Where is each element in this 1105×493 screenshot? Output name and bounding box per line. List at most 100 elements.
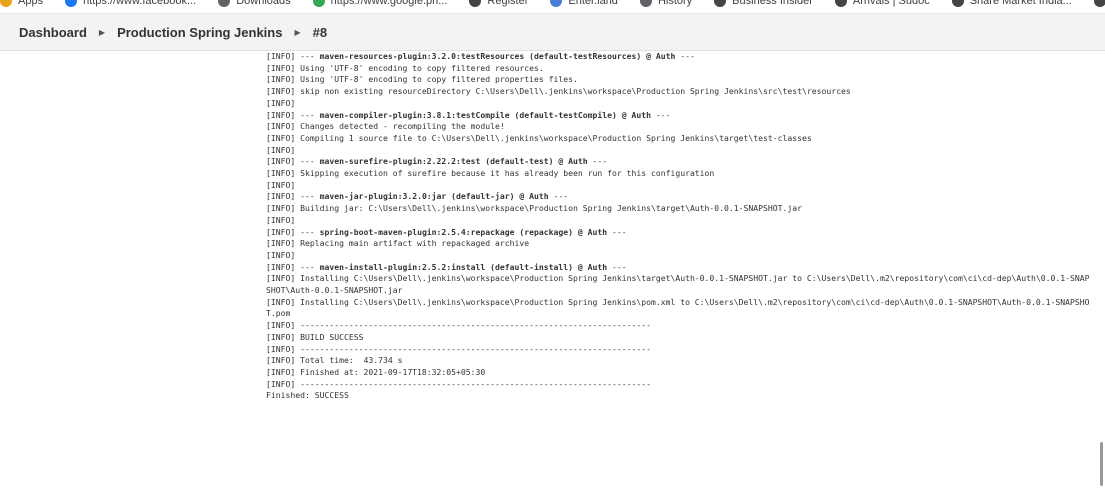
bookmark-item[interactable]: History: [639, 0, 693, 7]
bookmark-favicon-icon: [0, 0, 12, 7]
console-line-text: [INFO] ---------------------------------…: [266, 320, 651, 331]
bookmark-item[interactable]: Apps: [0, 0, 43, 7]
console-line: [INFO] Total time: 43.734 s: [266, 355, 1091, 367]
console-line-suffix: ---: [607, 226, 627, 237]
console-plugin-goal: spring-boot-maven-plugin:2.5.4:repackage…: [319, 226, 608, 237]
console-line: [INFO] ---------------------------------…: [266, 344, 1091, 356]
console-line: [INFO]: [266, 250, 1091, 262]
console-line: [INFO] --- spring-boot-maven-plugin:2.5.…: [266, 227, 1091, 239]
breadcrumb-build[interactable]: #8: [313, 25, 327, 40]
bookmark-label: Arrivals | Sudoc: [852, 0, 930, 7]
console-line-text: [INFO] skip non existing resourceDirecto…: [266, 86, 851, 97]
bookmark-label: Register: [487, 0, 529, 7]
bookmark-favicon-icon: [1093, 0, 1105, 7]
breadcrumb: Dashboard ▶ Production Spring Jenkins ▶ …: [0, 14, 1105, 51]
bookmark-label: https://www.google.ph...: [330, 0, 448, 7]
console-output: [INFO] --- maven-resources-plugin:3.2.0:…: [266, 51, 1091, 402]
console-line-text: [INFO] ---: [266, 109, 320, 120]
bookmark-item[interactable]: https://www.facebook...: [65, 0, 196, 7]
console-line-text: [INFO] ---------------------------------…: [266, 343, 651, 354]
console-line: [INFO] ---------------------------------…: [266, 379, 1091, 391]
console-line: [INFO] --- maven-jar-plugin:3.2.0:jar (d…: [266, 191, 1091, 203]
bookmark-favicon-icon: [469, 0, 482, 7]
console-line-text: [INFO] Skipping execution of surefire be…: [266, 168, 715, 179]
console-plugin-goal: maven-compiler-plugin:3.8.1:testCompile …: [319, 109, 651, 120]
bookmark-label: Downloads: [236, 0, 291, 7]
scrollbar-thumb[interactable]: [1100, 442, 1103, 486]
console-line: [INFO] --- maven-resources-plugin:3.2.0:…: [266, 51, 1091, 63]
bookmark-favicon-icon: [65, 0, 78, 7]
console-plugin-goal: maven-jar-plugin:3.2.0:jar (default-jar)…: [319, 191, 549, 202]
console-line: [INFO] --- maven-compiler-plugin:3.8.1:t…: [266, 110, 1091, 122]
console-line-text: [INFO] Using 'UTF-8' encoding to copy fi…: [266, 74, 578, 85]
console-plugin-goal: maven-resources-plugin:3.2.0:testResourc…: [319, 51, 676, 61]
console-line-text: [INFO] ---: [266, 51, 320, 61]
bookmark-item[interactable]: Register: [469, 0, 528, 7]
console-line: [INFO] Installing C:\Users\Dell\.jenkins…: [266, 297, 1091, 320]
console-line-text: [INFO] Installing C:\Users\Dell\.jenkins…: [266, 296, 1090, 319]
breadcrumb-dashboard[interactable]: Dashboard: [19, 25, 87, 40]
console-line-text: [INFO] ---: [266, 261, 320, 272]
console-line: [INFO] ---------------------------------…: [266, 320, 1091, 332]
console-line-text: [INFO] Installing C:\Users\Dell\.jenkins…: [266, 273, 1090, 296]
console-line: [INFO] Building jar: C:\Users\Dell\.jenk…: [266, 203, 1091, 215]
console-line: Finished: SUCCESS: [266, 390, 1091, 402]
console-line: [INFO]: [266, 215, 1091, 227]
bookmark-favicon-icon: [834, 0, 847, 7]
console-line-text: [INFO] BUILD SUCCESS: [266, 331, 364, 342]
bookmark-label: Business Insider: [732, 0, 813, 7]
console-line: [INFO]: [266, 180, 1091, 192]
console-line: [INFO] BUILD SUCCESS: [266, 332, 1091, 344]
console-line-text: [INFO] Total time: 43.734 s: [266, 355, 403, 366]
console-line-text: [INFO] Changes detected - recompiling th…: [266, 121, 505, 132]
console-line: [INFO] --- maven-surefire-plugin:2.22.2:…: [266, 156, 1091, 168]
console-line: [INFO]: [266, 145, 1091, 157]
bookmark-item[interactable]: https://www.google.ph...: [312, 0, 448, 7]
bookmark-item[interactable]: My Feed: [1093, 0, 1105, 7]
bookmark-label: Share Market India...: [969, 0, 1072, 7]
console-line: [INFO] Skipping execution of surefire be…: [266, 168, 1091, 180]
console-line-text: [INFO] Finished at: 2021-09-17T18:32:05+…: [266, 366, 486, 377]
bookmark-favicon-icon: [218, 0, 231, 7]
console-line-suffix: ---: [607, 261, 627, 272]
breadcrumb-separator-icon: ▶: [294, 27, 301, 37]
bookmark-favicon-icon: [951, 0, 964, 7]
bookmark-label: History: [657, 0, 693, 7]
console-line-text: [INFO] Compiling 1 source file to C:\Use…: [266, 132, 812, 143]
bookmark-favicon-icon: [312, 0, 325, 7]
bookmark-label: Enter.land: [568, 0, 618, 7]
console-line-text: [INFO]: [266, 249, 296, 260]
console-line: [INFO] Compiling 1 source file to C:\Use…: [266, 133, 1091, 145]
console-line: [INFO]: [266, 98, 1091, 110]
console-line-suffix: ---: [675, 51, 695, 61]
console-line-suffix: ---: [548, 191, 569, 202]
bookmark-item[interactable]: Business Insider: [714, 0, 813, 7]
bookmarks-bar: Apps https://www.facebook... Downloads http…: [0, 0, 1105, 14]
console-line: [INFO] --- maven-install-plugin:2.5.2:in…: [266, 262, 1091, 274]
bookmark-favicon-icon: [714, 0, 727, 7]
console-line: [INFO] Using 'UTF-8' encoding to copy fi…: [266, 74, 1091, 86]
bookmark-favicon-icon: [639, 0, 652, 7]
bookmarks-list: Apps https://www.facebook... Downloads http…: [0, 0, 1105, 9]
bookmark-item[interactable]: Arrivals | Sudoc: [834, 0, 930, 7]
console-plugin-goal: maven-install-plugin:2.5.2:install (defa…: [319, 261, 608, 272]
bookmark-label: Apps: [18, 0, 44, 7]
console-line: [INFO] Changes detected - recompiling th…: [266, 121, 1091, 133]
console-line-text: [INFO]: [266, 144, 296, 155]
bookmark-item[interactable]: Enter.land: [550, 0, 618, 7]
console-line-text: [INFO]: [266, 214, 296, 225]
console-line: [INFO] Finished at: 2021-09-17T18:32:05+…: [266, 367, 1091, 379]
console-line-text: [INFO]: [266, 179, 296, 190]
console-line: [INFO] Using 'UTF-8' encoding to copy fi…: [266, 63, 1091, 75]
bookmark-item[interactable]: Share Market India...: [951, 0, 1072, 7]
console-line-text: [INFO] Replacing main artifact with repa…: [266, 238, 530, 249]
console-line-suffix: ---: [650, 109, 671, 120]
bookmark-label: https://www.facebook...: [83, 0, 197, 7]
breadcrumb-job[interactable]: Production Spring Jenkins: [117, 25, 282, 40]
console-line-text: [INFO] ---------------------------------…: [266, 378, 651, 389]
console-line-text: [INFO] ---: [266, 226, 320, 237]
bookmark-item[interactable]: Downloads: [218, 0, 291, 7]
console-line-text: [INFO]: [266, 97, 296, 108]
console-line-text: [INFO] ---: [266, 156, 320, 167]
breadcrumb-separator-icon: ▶: [98, 27, 106, 37]
